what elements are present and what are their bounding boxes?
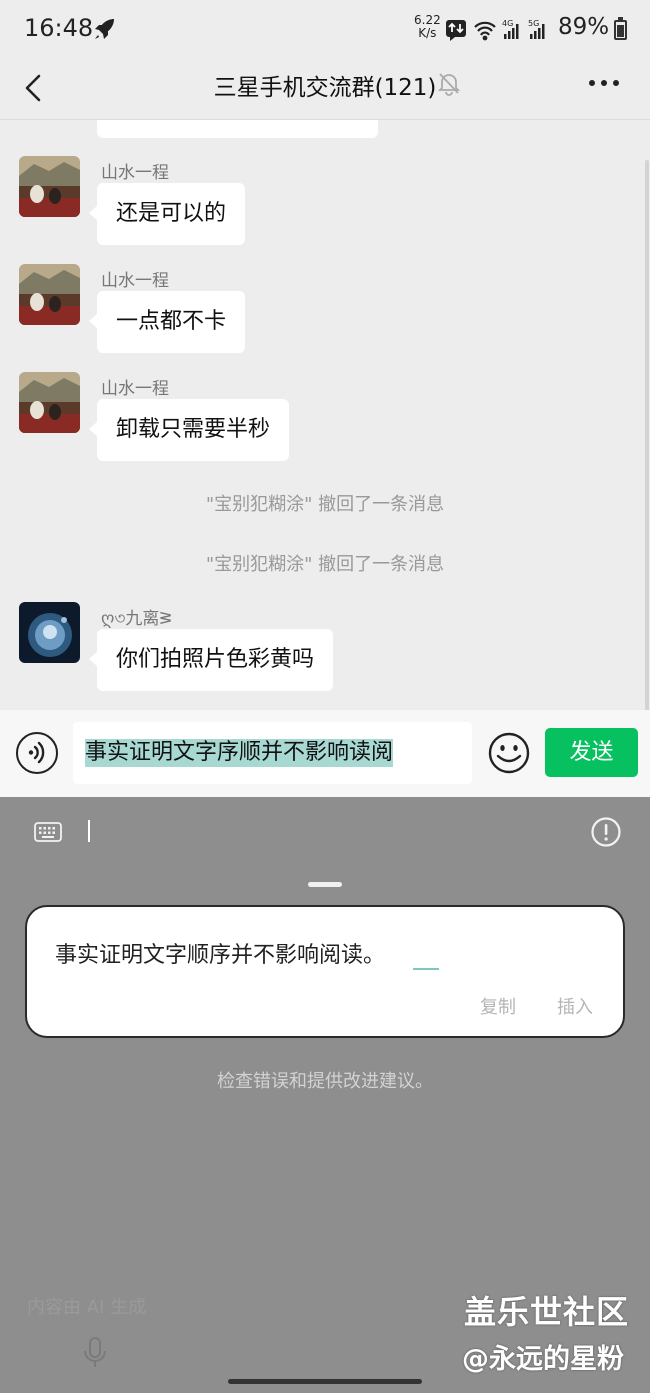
sender-name: 山水一程 — [101, 163, 169, 183]
sender-name: 山水一程 — [101, 271, 169, 291]
battery-percent: 89% — [558, 14, 610, 40]
chat-title: 三星手机交流群(121) — [213, 75, 437, 101]
input-bar: 事实证明文字序顺并不影响读阅 发送 — [0, 710, 650, 798]
net-speed: 6.22 K/s — [414, 14, 441, 40]
avatar[interactable] — [19, 264, 80, 325]
info-icon[interactable] — [590, 816, 622, 848]
wifi-icon — [474, 21, 496, 41]
message-input[interactable]: 事实证明文字序顺并不影响读阅 — [73, 722, 472, 784]
message-bubble-partial — [97, 120, 378, 138]
watermark-community: 盖乐世社区 — [464, 1293, 630, 1331]
rocket-icon — [95, 19, 114, 39]
data-transfer-icon — [446, 20, 466, 41]
message-list[interactable]: 山水一程 还是可以的 山水一程 一点都不卡 山水一程 卸载只需要半秒 "宝别犯糊… — [0, 120, 650, 710]
ai-generated-note: 内容由 AI 生成 — [27, 1297, 147, 1318]
message-bubble[interactable]: 你们拍照片色彩黄吗 — [88, 629, 334, 691]
voice-icon — [28, 741, 45, 764]
signal-5g-label: 5G — [528, 19, 539, 28]
avatar[interactable] — [19, 156, 80, 217]
home-indicator[interactable] — [228, 1379, 422, 1384]
status-icons: 4G 5G — [446, 19, 545, 41]
net-speed-unit: K/s — [418, 26, 437, 40]
send-button[interactable]: 发送 — [545, 728, 638, 777]
scrollbar[interactable] — [642, 160, 650, 715]
sender-name: 山水一程 — [101, 379, 169, 399]
ai-writing-panel: 事实证明文字顺序并不影响阅读。 复制 插入 检查错误和提供改进建议。 内容由 A… — [0, 797, 650, 1393]
suggestion-cursor — [413, 968, 439, 970]
suggestion-card: 事实证明文字顺序并不影响阅读。 复制 插入 — [25, 905, 625, 1038]
panel-hint: 检查错误和提供改进建议。 — [217, 1071, 433, 1092]
status-bar: 16:48 6.22 K/s 4G 5G 89% — [0, 0, 650, 58]
drag-handle[interactable] — [308, 882, 342, 887]
voice-input-button[interactable] — [16, 732, 58, 774]
text-cursor — [88, 820, 90, 842]
message-input-value: 事实证明文字序顺并不影响读阅 — [85, 739, 394, 767]
mute-bell-icon — [437, 73, 461, 96]
microphone-icon[interactable] — [82, 1335, 108, 1371]
recall-notice: "宝别犯糊涂" 撤回了一条消息 — [205, 494, 445, 515]
copy-button[interactable]: 复制 — [480, 993, 516, 1019]
keyboard-icon[interactable] — [34, 821, 62, 843]
battery-icon — [614, 17, 627, 40]
more-options-icon[interactable] — [588, 78, 620, 88]
insert-button[interactable]: 插入 — [557, 993, 593, 1019]
avatar[interactable] — [19, 602, 80, 663]
message-bubble[interactable]: 一点都不卡 — [88, 291, 246, 353]
status-time: 16:48 — [24, 14, 94, 42]
message-bubble[interactable]: 卸载只需要半秒 — [88, 399, 290, 461]
watermark-author: @永远的星粉 — [462, 1344, 624, 1375]
signal-4g-label: 4G — [502, 19, 513, 28]
chat-header: 三星手机交流群(121) — [0, 58, 650, 120]
recall-notice: "宝别犯糊涂" 撤回了一条消息 — [205, 554, 445, 575]
emoji-icon[interactable] — [488, 732, 530, 774]
suggestion-text: 事实证明文字顺序并不影响阅读。 — [55, 943, 386, 968]
message-bubble[interactable]: 还是可以的 — [88, 183, 246, 245]
avatar[interactable] — [19, 372, 80, 433]
